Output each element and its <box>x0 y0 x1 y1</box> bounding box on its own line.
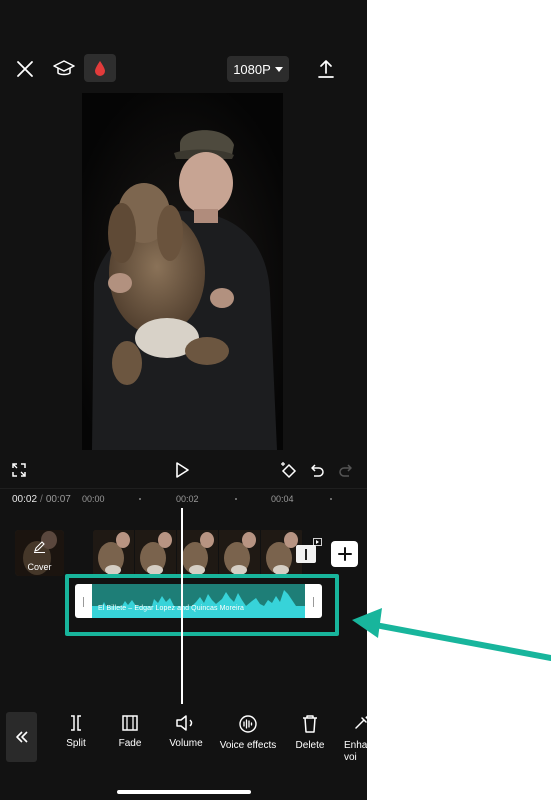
speed-icon <box>312 537 322 546</box>
clip-trim-handle[interactable] <box>296 545 316 563</box>
audio-highlight-box <box>65 574 339 636</box>
clip-thumbnail <box>135 530 177 576</box>
cover-label: Cover <box>27 562 52 572</box>
playback-controls <box>0 455 367 485</box>
current-time: 00:02 <box>12 494 38 505</box>
clip-thumbnail <box>219 530 261 576</box>
fade-icon <box>122 715 138 731</box>
chevron-down-icon <box>274 66 283 72</box>
drop-effect-icon[interactable] <box>84 54 116 82</box>
timecode: 00:02/00:07 <box>12 494 71 505</box>
total-time: 00:07 <box>45 494 71 505</box>
voice-effects-label: Voice effects <box>219 740 277 751</box>
enhance-voice-icon <box>355 716 367 729</box>
fade-label: Fade <box>118 738 142 749</box>
split-icon <box>71 715 81 731</box>
keyframe-icon[interactable] <box>278 459 300 481</box>
ruler-dot <box>330 498 332 500</box>
resolution-dropdown[interactable]: 1080P <box>227 56 289 82</box>
bottom-toolbar: Split Fade Volume Voice effects Delete E… <box>0 704 367 774</box>
clip-thumbnail <box>177 530 219 576</box>
delete-icon <box>303 715 317 733</box>
double-chevron-left-icon <box>15 731 28 743</box>
undo-icon[interactable] <box>307 460 327 480</box>
ruler-label: 00:04 <box>271 494 294 504</box>
ruler-label: 00:00 <box>82 494 105 504</box>
volume-button[interactable]: Volume <box>154 714 218 749</box>
delete-button[interactable]: Delete <box>278 714 342 751</box>
play-icon[interactable] <box>172 460 192 480</box>
ruler-label: 00:02 <box>176 494 199 504</box>
cover-button[interactable]: Cover <box>15 530 64 576</box>
export-icon[interactable] <box>312 56 340 82</box>
plus-icon <box>337 547 352 561</box>
add-clip-button[interactable] <box>331 541 358 567</box>
voice-effects-button[interactable]: Voice effects <box>216 714 280 751</box>
redo-icon[interactable] <box>336 460 356 480</box>
video-clip[interactable] <box>93 530 303 576</box>
volume-label: Volume <box>169 738 203 749</box>
clip-thumbnail <box>93 530 135 576</box>
back-button[interactable] <box>6 712 37 762</box>
preview-image <box>82 93 283 450</box>
ruler-dot <box>139 498 141 500</box>
video-preview[interactable] <box>82 93 283 450</box>
divider <box>0 488 367 489</box>
delete-label: Delete <box>295 740 325 751</box>
annotation-arrow-icon <box>352 608 551 661</box>
enhance-voice-label: Enha voi <box>344 740 367 763</box>
time-separator: / <box>40 494 43 505</box>
enhance-voice-button[interactable]: Enha voi <box>334 714 367 764</box>
volume-icon <box>176 715 193 731</box>
handle-bar-icon <box>305 548 307 560</box>
pencil-icon <box>34 541 45 553</box>
ruler-dot <box>235 498 237 500</box>
fade-button[interactable]: Fade <box>98 714 162 749</box>
resolution-label: 1080P <box>233 61 271 77</box>
close-icon[interactable] <box>12 56 38 82</box>
fullscreen-icon[interactable] <box>10 461 28 479</box>
graduation-cap-icon[interactable] <box>50 56 78 82</box>
playhead[interactable] <box>181 508 183 704</box>
home-indicator <box>117 790 251 794</box>
voice-effects-icon <box>239 715 257 733</box>
top-bar: 1080P <box>0 50 367 86</box>
phone-screen: 1080P 00:02 / 00:07 00:00 00:02 00:04 Co… <box>0 0 367 800</box>
